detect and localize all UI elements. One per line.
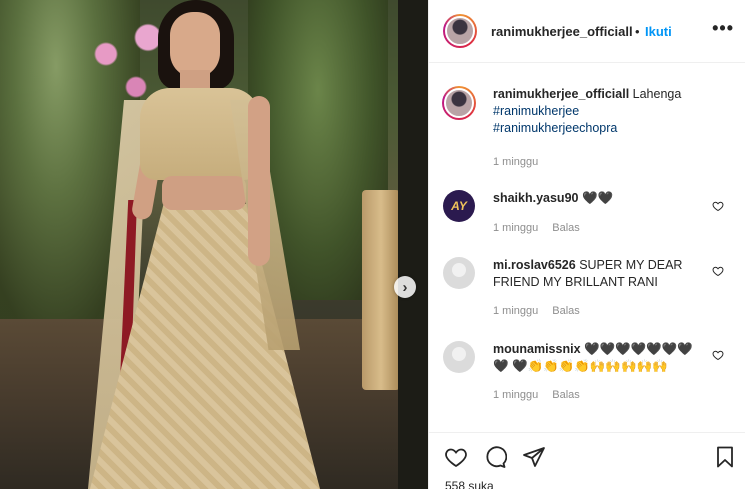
chevron-right-icon[interactable]: › — [394, 276, 416, 298]
heart-icon[interactable] — [444, 445, 468, 469]
post-header: ranimukherjee_officiall • Ikuti ••• — [429, 0, 745, 63]
avatar[interactable] — [443, 14, 477, 48]
comments-list[interactable]: ranimukherjee_officiall Lahenga #ranimuk… — [429, 64, 745, 432]
heart-icon[interactable] — [712, 349, 724, 361]
follow-button[interactable]: Ikuti — [645, 24, 672, 39]
heart-icon[interactable] — [712, 200, 724, 212]
post-side-panel: ranimukherjee_officiall • Ikuti ••• rani… — [428, 0, 745, 489]
caption-meta: 1 minggu — [493, 156, 552, 168]
reply-button[interactable]: Balas — [552, 305, 580, 317]
comment-username[interactable]: mi.roslav6526 — [493, 258, 576, 272]
avatar[interactable] — [443, 341, 475, 373]
comment-meta: 1 minggu Balas — [493, 389, 594, 401]
avatar[interactable] — [443, 257, 475, 289]
hashtag-link[interactable]: #ranimukherjee — [493, 103, 703, 120]
caption-username[interactable]: ranimukherjee_officiall — [493, 87, 629, 101]
hashtag-link[interactable]: #ranimukherjeechopra — [493, 120, 703, 137]
post-actions: 558 suka — [429, 432, 745, 489]
bookmark-icon[interactable] — [713, 445, 737, 469]
timestamp[interactable]: 1 minggu — [493, 222, 538, 234]
timestamp[interactable]: 1 minggu — [493, 389, 538, 401]
timestamp[interactable]: 1 minggu — [493, 156, 538, 168]
comment-meta: 1 minggu Balas — [493, 222, 594, 234]
woman-in-lehenga — [80, 0, 320, 489]
comment-icon[interactable] — [483, 445, 507, 469]
header-username[interactable]: ranimukherjee_officiall — [491, 24, 633, 39]
more-icon[interactable]: ••• — [712, 18, 734, 39]
comment-body: mounamissnix 🖤🖤🖤🖤🖤🖤🖤🖤 🖤👏👏👏👏🙌🙌🙌🙌🙌 — [493, 341, 703, 375]
post-photo[interactable]: › — [0, 0, 428, 489]
separator-dot: • — [635, 24, 640, 39]
heart-icon[interactable] — [712, 265, 724, 277]
photo-edge — [398, 0, 428, 489]
avatar[interactable]: AY — [443, 190, 475, 222]
comment-username[interactable]: shaikh.yasu90 — [493, 191, 578, 205]
reply-button[interactable]: Balas — [552, 222, 580, 234]
share-icon[interactable] — [522, 445, 546, 469]
timestamp[interactable]: 1 minggu — [493, 305, 538, 317]
comment-username[interactable]: mounamissnix — [493, 342, 581, 356]
comment-text: 🖤🖤 — [581, 191, 614, 205]
avatar[interactable] — [442, 86, 476, 120]
comment-meta: 1 minggu Balas — [493, 305, 594, 317]
reply-button[interactable]: Balas — [552, 389, 580, 401]
caption-body: ranimukherjee_officiall Lahenga #ranimuk… — [493, 86, 703, 137]
likes-count[interactable]: 558 suka — [445, 479, 494, 489]
comment-body: mi.roslav6526 SUPER MY DEAR FRIEND MY BR… — [493, 257, 703, 291]
caption-text: Lahenga — [632, 87, 682, 101]
comment-body: shaikh.yasu90 🖤🖤 — [493, 190, 703, 207]
